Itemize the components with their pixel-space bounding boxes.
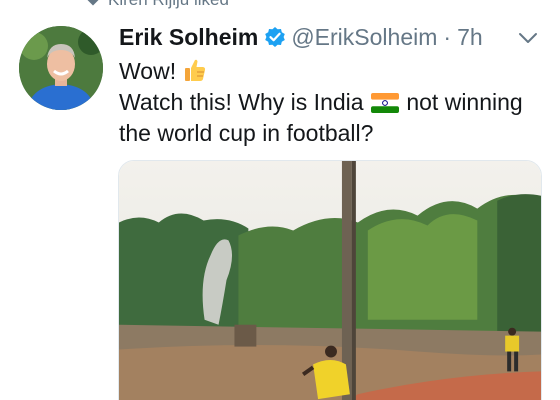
avatar[interactable] (19, 26, 103, 110)
thumbs-up-emoji-icon (185, 59, 206, 81)
tweet-text-line-1: Wow! (119, 58, 177, 84)
author-handle[interactable]: @ErikSolheim (291, 24, 437, 51)
tweet[interactable]: Erik Solheim @ErikSolheim · 7h Wow! Watc… (0, 0, 560, 400)
tweet-text-line-3: the world cup in football? (119, 120, 374, 146)
tweet-text: Wow! Watch this! Why is India not winnin… (119, 56, 539, 149)
tweet-text-line-2-start: Watch this! Why is India (119, 89, 364, 115)
tweet-text-line-2-end: not winning (406, 89, 523, 115)
verified-badge-icon (265, 27, 286, 47)
separator-dot: · (443, 23, 452, 50)
author-name[interactable]: Erik Solheim (119, 24, 258, 51)
tweet-timestamp[interactable]: 7h (457, 24, 483, 51)
india-flag-emoji-icon (370, 93, 399, 113)
tweet-video-preview[interactable] (118, 160, 542, 400)
chevron-down-icon[interactable] (516, 30, 540, 46)
tweet-header: Erik Solheim @ErikSolheim · 7h (119, 22, 483, 52)
